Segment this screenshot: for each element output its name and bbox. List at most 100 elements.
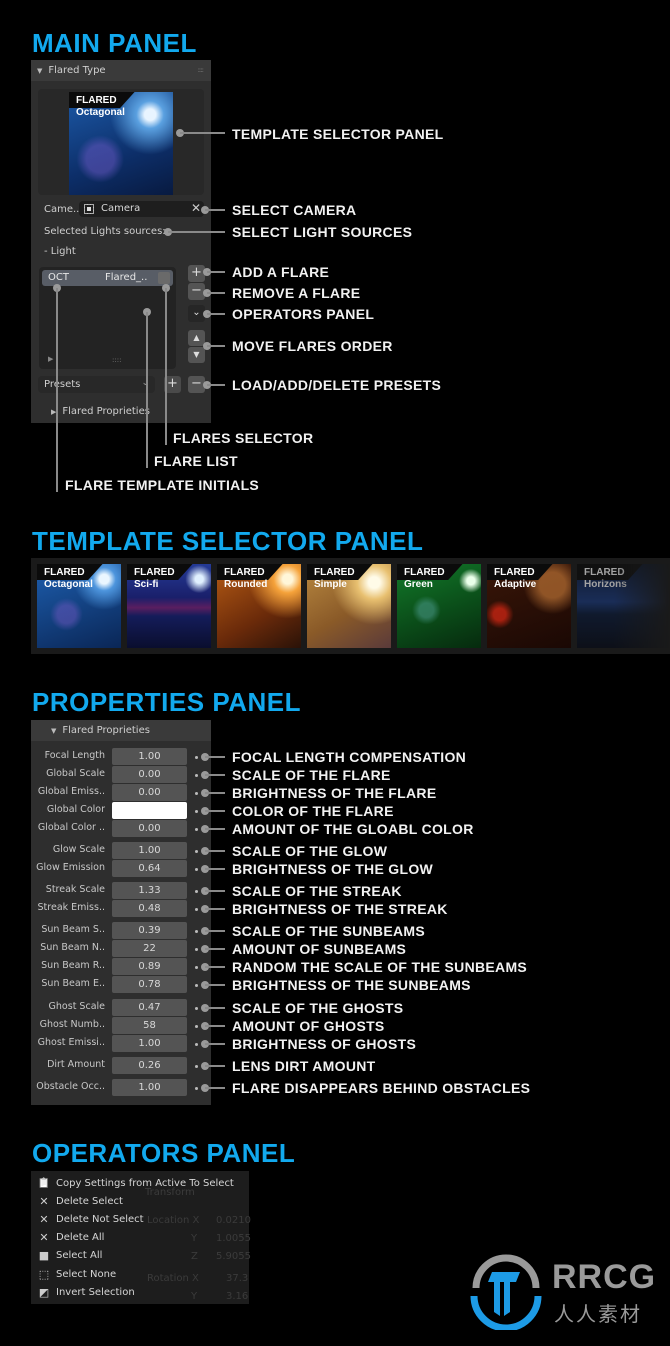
operator-menu-item[interactable]: 📋 Copy Settings from Active To Select — [37, 1174, 234, 1192]
callout-line — [205, 1043, 225, 1045]
property-description: AMOUNT OF GHOSTS — [232, 1018, 385, 1034]
move-flare-down-button[interactable]: ▼ — [188, 347, 205, 363]
camera-field[interactable]: Camera ✕ — [79, 201, 204, 217]
ghost-text: Z — [191, 1251, 198, 1262]
keyframe-dot-icon[interactable] — [195, 948, 198, 951]
template-name: Horizons — [584, 579, 627, 590]
template-thumb-scifi[interactable]: FLARED Sci-fi — [127, 564, 211, 648]
keyframe-dot-icon[interactable] — [195, 1065, 198, 1068]
flared-proprieties-subpanel[interactable]: ▶ Flared Proprieties — [51, 406, 150, 417]
template-preview-thumbnail[interactable]: FLARED Octagonal — [69, 92, 173, 195]
callout-line — [205, 828, 225, 830]
flared-brand-tag: FLARED — [397, 564, 463, 580]
expand-list-icon[interactable]: ▶ — [48, 355, 53, 363]
keyframe-dot-icon[interactable] — [195, 1043, 198, 1046]
property-label: Ghost Numb.. — [39, 1019, 105, 1030]
template-thumb-octagonal[interactable]: FLARED Octagonal — [37, 564, 121, 648]
operator-menu-item[interactable]: ⬚ Select None — [37, 1265, 116, 1283]
template-preview-well[interactable]: FLARED Octagonal — [38, 89, 204, 195]
property-value-field[interactable]: 0.64 — [112, 860, 187, 877]
callout-line — [207, 384, 225, 386]
property-value-field[interactable]: 0.00 — [112, 784, 187, 801]
keyframe-dot-icon[interactable] — [195, 828, 198, 831]
property-value-field[interactable]: 0.48 — [112, 900, 187, 917]
template-thumb-adaptive[interactable]: FLARED Adaptive — [487, 564, 571, 648]
keyframe-dot-icon[interactable] — [195, 908, 198, 911]
property-value-field[interactable]: 0.39 — [112, 922, 187, 939]
template-thumb-green[interactable]: FLARED Green — [397, 564, 481, 648]
property-value-field[interactable]: 0.00 — [112, 820, 187, 837]
keyframe-dot-icon[interactable] — [195, 792, 198, 795]
property-description: FOCAL LENGTH COMPENSATION — [232, 749, 467, 765]
callout-line — [180, 132, 225, 134]
flare-list[interactable]: OCT Flared_.. ▶ :::: — [39, 267, 176, 369]
keyframe-dot-icon[interactable] — [195, 984, 198, 987]
lights-value: - Light — [44, 246, 76, 257]
keyframe-dot-icon[interactable] — [195, 868, 198, 871]
property-value-field[interactable]: 0.47 — [112, 999, 187, 1016]
keyframe-dot-icon[interactable] — [195, 1087, 198, 1090]
property-label: Global Color .. — [37, 822, 105, 833]
property-value-field[interactable]: 58 — [112, 1017, 187, 1034]
property-value-field[interactable]: 1.00 — [112, 842, 187, 859]
keyframe-dot-icon[interactable] — [195, 756, 198, 759]
property-label: Ghost Scale — [48, 1001, 105, 1012]
callout-line — [168, 231, 225, 233]
select-all-icon: ■ — [38, 1249, 50, 1263]
keyframe-dot-icon[interactable] — [195, 774, 198, 777]
operator-menu-item[interactable]: ✕ Delete Not Select — [37, 1210, 143, 1228]
property-label: Glow Scale — [52, 844, 105, 855]
template-thumb-horizons[interactable]: FLARED Horizons — [577, 564, 670, 648]
callout-line — [207, 292, 225, 294]
keyframe-dot-icon[interactable] — [195, 930, 198, 933]
callout-template-initials: FLARE TEMPLATE INITIALS — [65, 477, 260, 493]
template-thumb-simple[interactable]: FLARED Simple — [307, 564, 391, 648]
list-resize-grip-icon[interactable]: :::: — [112, 356, 121, 364]
flared-proprieties-header[interactable]: ▼ Flared Proprieties — [31, 720, 211, 741]
property-description: FLARE DISAPPEARS BEHIND OBSTACLES — [232, 1080, 531, 1096]
operator-menu-item[interactable]: ✕ Delete Select — [37, 1192, 123, 1210]
flare-select-checkbox[interactable] — [158, 272, 170, 284]
property-value-field[interactable]: 1.00 — [112, 748, 187, 765]
keyframe-dot-icon[interactable] — [195, 890, 198, 893]
property-value-field[interactable]: 1.33 — [112, 882, 187, 899]
operator-menu-item[interactable]: ✕ Delete All — [37, 1229, 104, 1247]
property-value-field[interactable]: 0.78 — [112, 976, 187, 993]
property-label: Obstacle Occ.. — [36, 1081, 105, 1092]
flared-brand-tag: FLARED — [577, 564, 643, 580]
section-title-main: MAIN PANEL — [32, 28, 197, 58]
property-value-field[interactable]: 0.89 — [112, 958, 187, 975]
keyframe-dot-icon[interactable] — [195, 966, 198, 969]
property-label: Sun Beam E.. — [41, 978, 105, 989]
property-value-field[interactable]: 1.00 — [112, 1079, 187, 1096]
flared-brand-tag: FLARED — [37, 564, 103, 580]
keyframe-dot-icon[interactable] — [195, 1007, 198, 1010]
property-color-swatch[interactable] — [112, 802, 187, 819]
section-title-operators: OPERATORS PANEL — [32, 1138, 296, 1168]
property-description: RANDOM THE SCALE OF THE SUNBEAMS — [232, 959, 528, 975]
operator-menu-item[interactable]: ◩ Invert Selection — [37, 1283, 135, 1301]
drag-grip-icon[interactable]: :::: — [198, 66, 205, 74]
keyframe-dot-icon[interactable] — [195, 1025, 198, 1028]
panel-header-label: Flared Type — [48, 65, 106, 76]
ghost-text: Y — [191, 1233, 198, 1244]
template-thumb-rounded[interactable]: FLARED Rounded — [217, 564, 301, 648]
callout-line — [165, 288, 167, 445]
flare-list-row[interactable]: OCT Flared_.. — [42, 270, 173, 286]
property-value-field[interactable]: 0.00 — [112, 766, 187, 783]
template-name: Rounded — [224, 579, 268, 590]
callout-line — [205, 984, 225, 986]
property-value-field[interactable]: 1.00 — [112, 1035, 187, 1052]
callout-add-flare: ADD A FLARE — [232, 264, 330, 280]
callout-template-selector: TEMPLATE SELECTOR PANEL — [232, 126, 444, 142]
keyframe-dot-icon[interactable] — [195, 810, 198, 813]
keyframe-dot-icon[interactable] — [195, 850, 198, 853]
callout-presets: LOAD/ADD/DELETE PRESETS — [232, 377, 442, 393]
property-value-field[interactable]: 0.26 — [112, 1057, 187, 1074]
clear-camera-icon[interactable]: ✕ — [191, 201, 201, 215]
operator-menu-item[interactable]: ■ Select All — [37, 1247, 103, 1265]
property-description: SCALE OF THE SUNBEAMS — [232, 923, 425, 939]
flared-type-header[interactable]: ▼ Flared Type :::: — [31, 60, 211, 81]
callout-line — [205, 850, 225, 852]
property-value-field[interactable]: 22 — [112, 940, 187, 957]
